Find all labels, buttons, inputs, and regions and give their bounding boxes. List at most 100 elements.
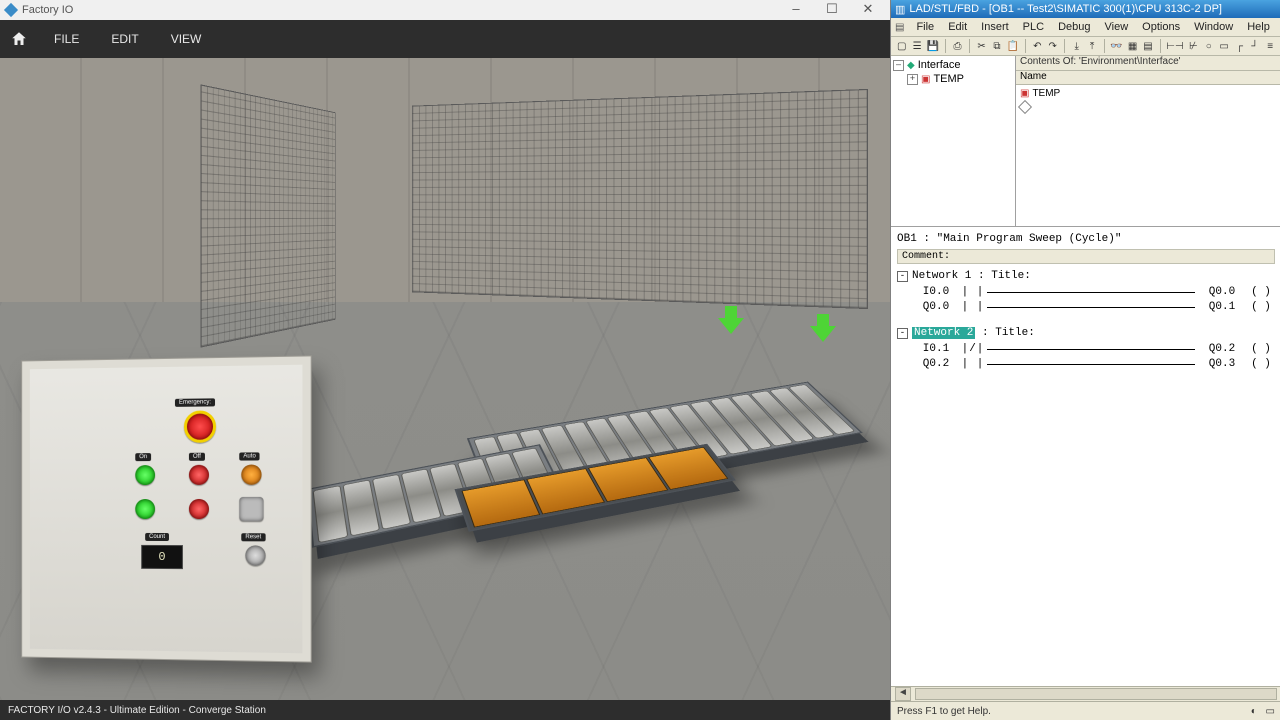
rung-contact[interactable]: |/| — [961, 343, 985, 355]
mdi-control-icon[interactable]: ▤ — [895, 22, 904, 33]
plc-menubar: ▤ File Edit Insert PLC Debug View Option… — [891, 18, 1280, 37]
factoryio-3d-viewport[interactable]: Emergency: On Off Auto Count 0 Reset — [0, 58, 890, 700]
status-icon: ▭ — [1266, 706, 1275, 717]
temp-icon: ▣ — [1020, 88, 1029, 99]
red-pushbutton[interactable] — [189, 499, 209, 519]
copy-icon[interactable]: ⧉ — [990, 37, 1003, 55]
tree-item-temp[interactable]: TEMP — [933, 73, 964, 85]
plc-menu-view[interactable]: View — [1099, 21, 1135, 33]
count-label: Count — [145, 533, 169, 541]
factoryio-menubar: FILE EDIT VIEW — [0, 20, 890, 58]
plc-menu-plc[interactable]: PLC — [1017, 21, 1050, 33]
on-button[interactable] — [135, 465, 155, 485]
rung-contact[interactable]: | | — [961, 358, 985, 370]
network-label: Network 2 — [912, 327, 975, 339]
contact-no-icon[interactable]: ⊢⊣ — [1165, 37, 1184, 55]
close-button[interactable]: ✕ — [850, 1, 886, 19]
ladder-rung[interactable]: Q0.0| |Q0.1( ) — [911, 300, 1275, 314]
network-title[interactable]: -Network 2 : Title: — [897, 327, 1275, 339]
branch-open-icon[interactable]: ┌ — [1233, 37, 1246, 55]
plc-app-icon: ▥ — [895, 3, 905, 16]
contents-row[interactable]: ▣ TEMP — [1020, 87, 1277, 100]
empty-slot-icon — [1018, 99, 1032, 113]
home-button[interactable] — [0, 20, 38, 58]
minimize-button[interactable]: – — [778, 1, 814, 19]
ladder-rung[interactable]: I0.0| | Q0.0( ) — [911, 285, 1275, 299]
plc-menu-debug[interactable]: Debug — [1052, 21, 1096, 33]
catalog-icon[interactable]: ▦ — [1126, 37, 1139, 55]
plc-status-bar: Press F1 to get Help. ◐ ▭ — [891, 701, 1280, 720]
drop-arrow-icon — [810, 314, 836, 344]
coil-icon[interactable]: ○ — [1202, 37, 1215, 55]
ladder-rung[interactable]: I0.1|/| Q0.2( ) — [911, 342, 1275, 356]
plc-menu-insert[interactable]: Insert — [975, 21, 1015, 33]
maximize-button[interactable]: ☐ — [814, 1, 850, 19]
box-icon[interactable]: ▭ — [1217, 37, 1230, 55]
plc-menu-edit[interactable]: Edit — [942, 21, 973, 33]
home-icon — [10, 30, 28, 48]
tree-expand-icon[interactable]: + — [907, 74, 918, 85]
plc-menu-file[interactable]: File — [910, 21, 940, 33]
redo-icon[interactable]: ↷ — [1046, 37, 1059, 55]
reference-icon[interactable]: ▤ — [1141, 37, 1154, 55]
network-icon[interactable]: ≡ — [1264, 37, 1277, 55]
ladder-editor[interactable]: OB1 : "Main Program Sweep (Cycle)" Comme… — [891, 227, 1280, 686]
contents-empty-row[interactable] — [1020, 100, 1277, 113]
new-icon[interactable]: ▢ — [895, 37, 908, 55]
rung-contact[interactable]: | | — [961, 286, 985, 298]
plc-menu-window[interactable]: Window — [1188, 21, 1239, 33]
selector-switch[interactable] — [239, 497, 263, 521]
interface-tree[interactable]: – ◆ Interface + ▣ TEMP — [891, 56, 1016, 226]
plc-menu-help[interactable]: Help — [1241, 21, 1276, 33]
open-icon[interactable]: ☰ — [910, 37, 923, 55]
plc-editor-window: ▥ LAD/STL/FBD - [OB1 -- Test2\SIMATIC 30… — [890, 0, 1280, 720]
branch-close-icon[interactable]: ┘ — [1248, 37, 1261, 55]
scroll-left-icon[interactable]: ◄ — [895, 687, 911, 701]
upload-icon[interactable]: ⤒ — [1085, 37, 1098, 55]
interface-contents: Contents Of: 'Environment\Interface' Nam… — [1016, 56, 1280, 226]
auto-label: Auto — [239, 452, 260, 460]
tree-root-label[interactable]: Interface — [918, 59, 961, 71]
off-button[interactable] — [189, 465, 209, 485]
undo-icon[interactable]: ↶ — [1031, 37, 1044, 55]
comment-field[interactable]: Comment: — [897, 249, 1275, 264]
print-icon[interactable]: ⎙ — [951, 37, 964, 55]
plc-toolbar-1: ▢ ☰ 💾 ⎙ ✂ ⧉ 📋 ↶ ↷ ⤓ ⤒ 👓 ▦ ▤ ⊢⊣ ⊬ ○ ▭ ┌ ┘ — [891, 37, 1280, 56]
collapse-icon[interactable]: - — [897, 328, 908, 339]
tree-expand-icon[interactable]: – — [893, 60, 904, 71]
factoryio-window-title: Factory IO — [22, 4, 73, 16]
green-pushbutton[interactable] — [135, 499, 155, 519]
rung-input-address: Q0.2 — [911, 358, 961, 370]
rung-output-address: Q0.0 — [1197, 286, 1247, 298]
emergency-stop-button[interactable] — [184, 410, 216, 442]
rung-coil[interactable]: ( ) — [1247, 301, 1275, 313]
download-icon[interactable]: ⤓ — [1070, 37, 1083, 55]
plc-menu-options[interactable]: Options — [1136, 21, 1186, 33]
paste-icon[interactable]: 📋 — [1006, 37, 1020, 55]
rung-coil[interactable]: ( ) — [1247, 358, 1275, 370]
rung-input-address: I0.1 — [911, 343, 961, 355]
rung-contact[interactable]: | | — [961, 301, 985, 313]
monitor-icon[interactable]: 👓 — [1109, 37, 1123, 55]
collapse-icon[interactable]: - — [897, 271, 908, 282]
cut-icon[interactable]: ✂ — [975, 37, 988, 55]
save-icon[interactable]: 💾 — [926, 37, 940, 55]
contents-header: Contents Of: 'Environment\Interface' — [1016, 56, 1280, 71]
factoryio-status-text: FACTORY I/O v2.4.3 - Ultimate Edition - … — [8, 705, 266, 716]
ladder-rung[interactable]: Q0.2| |Q0.3( ) — [911, 357, 1275, 371]
rung-coil[interactable]: ( ) — [1247, 286, 1275, 298]
menu-file[interactable]: FILE — [38, 20, 95, 58]
network-title[interactable]: -Network 1 : Title: — [897, 270, 1275, 282]
rung-output-address: Q0.2 — [1197, 343, 1247, 355]
rung-output-address: Q0.1 — [1197, 301, 1247, 313]
emergency-label: Emergency: — [175, 398, 215, 407]
rung-input-address: I0.0 — [911, 286, 961, 298]
network-label: Network 1 — [912, 270, 971, 282]
rung-coil[interactable]: ( ) — [1247, 343, 1275, 355]
menu-edit[interactable]: EDIT — [95, 20, 154, 58]
contents-col-name: Name — [1016, 71, 1280, 85]
plc-horizontal-scroll[interactable]: ◄ — [891, 686, 1280, 701]
contact-nc-icon[interactable]: ⊬ — [1187, 37, 1200, 55]
reset-button[interactable] — [245, 545, 265, 565]
menu-view[interactable]: VIEW — [155, 20, 218, 58]
